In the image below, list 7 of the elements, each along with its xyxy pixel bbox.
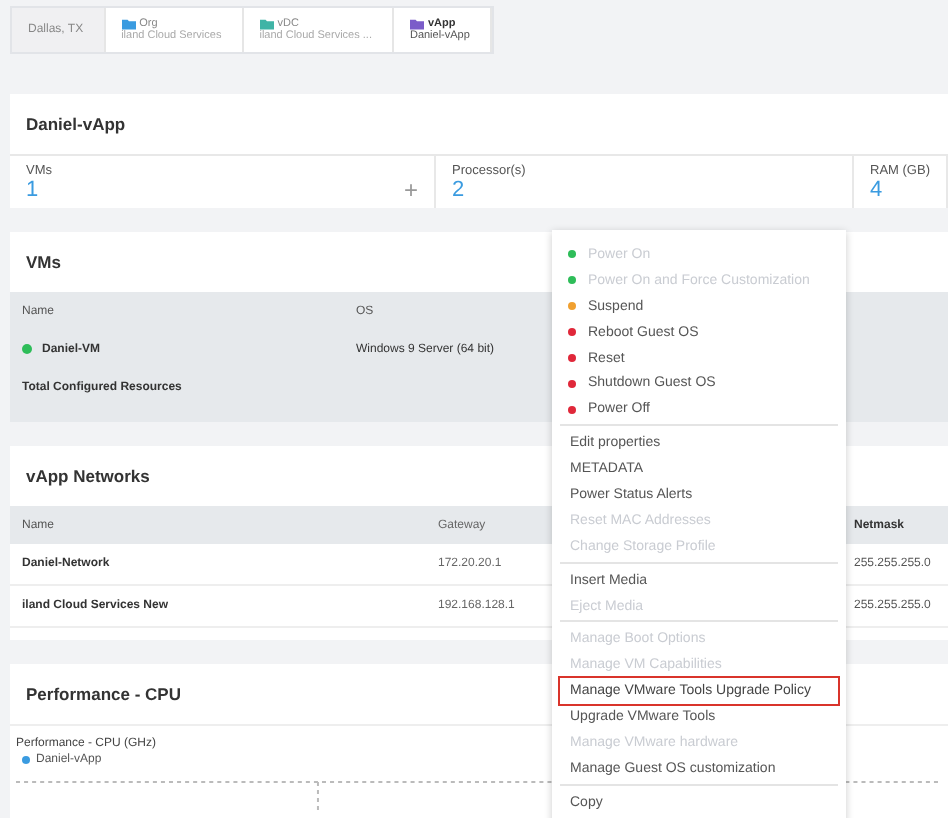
stat-value: 2 bbox=[451, 178, 465, 202]
stat-value: 4 bbox=[870, 178, 883, 202]
card-title: vApp Networks bbox=[24, 464, 152, 490]
card-title: VMs bbox=[24, 250, 63, 276]
card-title: Performance - CPU bbox=[24, 682, 183, 708]
stat-value: 1 bbox=[26, 178, 39, 202]
card-title: Daniel-vApp bbox=[24, 112, 128, 138]
